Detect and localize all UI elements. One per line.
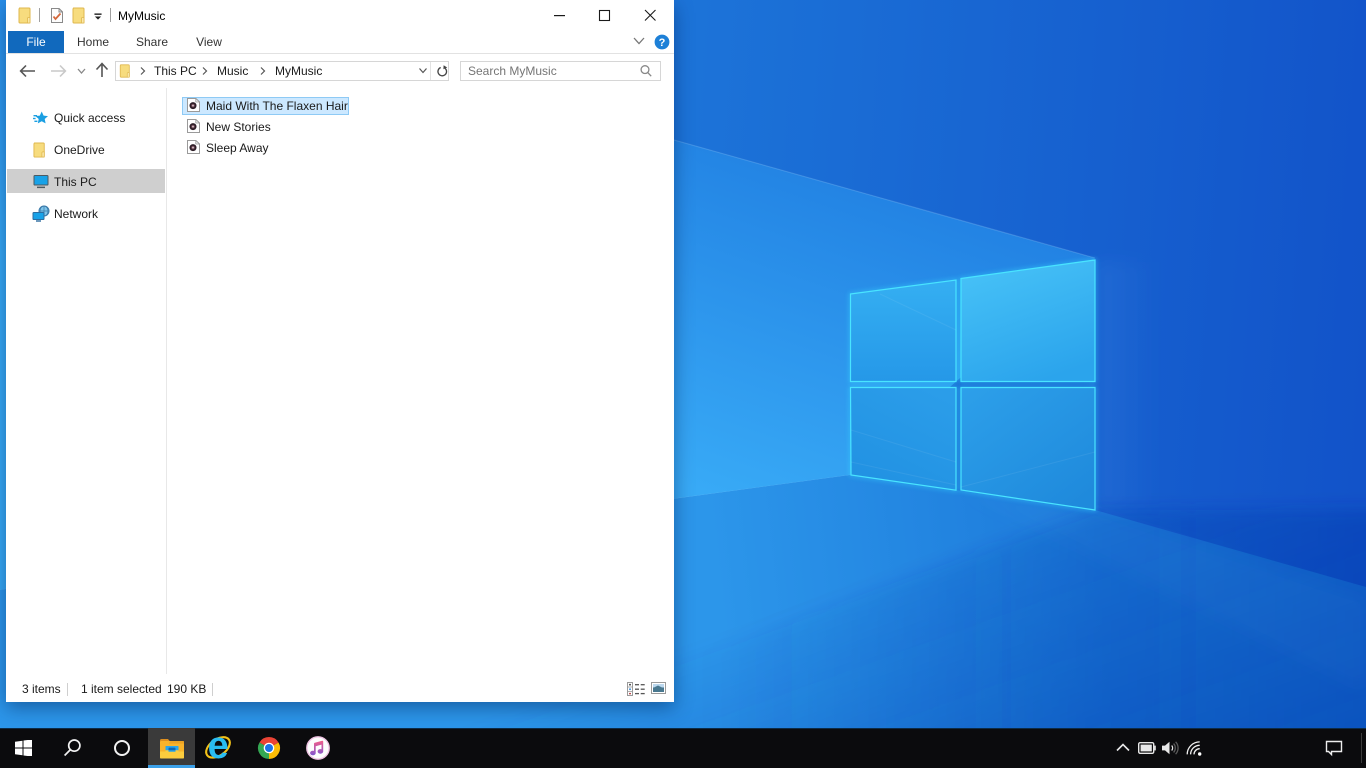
svg-text:e: e [208,734,229,762]
svg-text:?: ? [659,37,666,49]
